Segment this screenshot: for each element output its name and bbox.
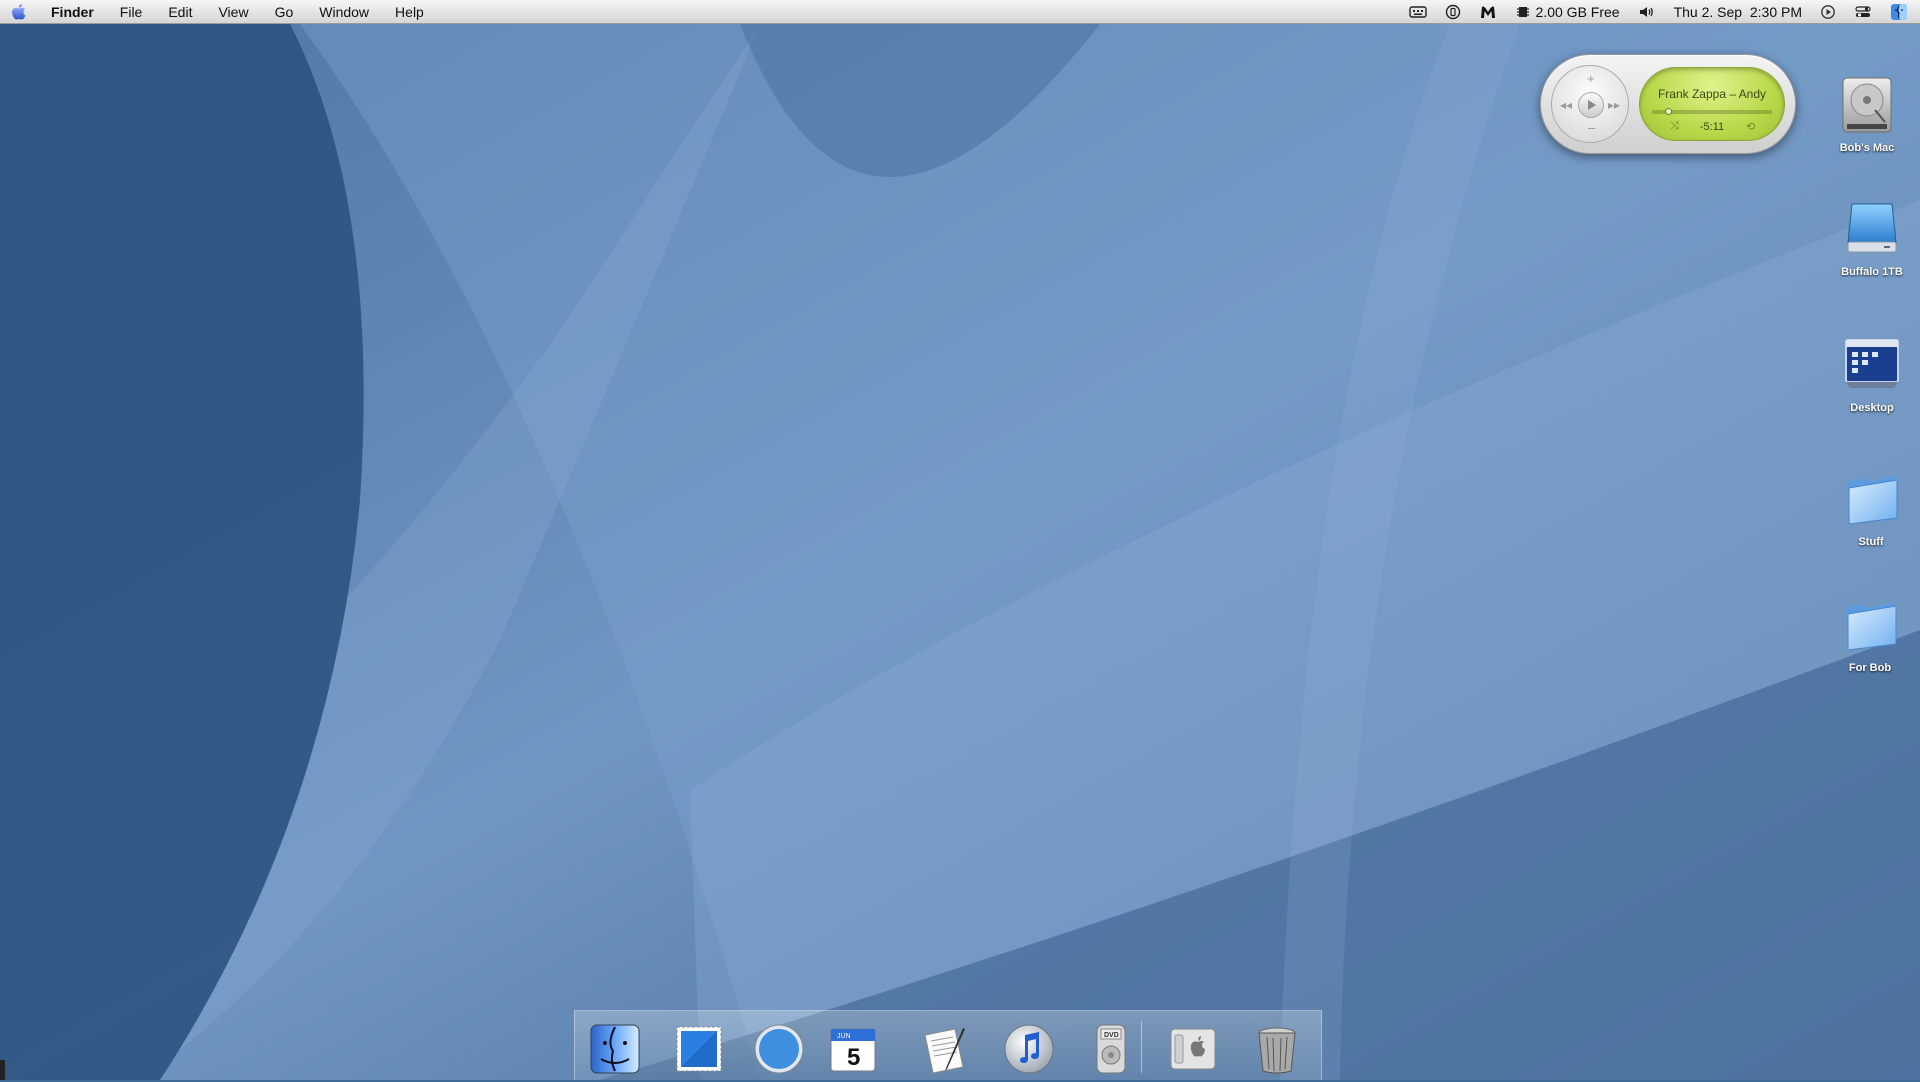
trash-icon [1258,1027,1296,1074]
desktop-icon-label: Stuff [1858,536,1884,548]
desktop-icon-label: For Bob [1848,662,1892,674]
keyboard-icon [1408,5,1427,18]
folder-icon [1847,476,1898,525]
desktop-icon-for-bob[interactable]: For Bob [1810,594,1920,674]
dock-safari[interactable] [751,1021,807,1077]
menu-edit[interactable]: Edit [155,0,205,24]
memory-free-text: 2.00 GB Free [1535,3,1620,20]
timer-status[interactable] [1436,0,1470,24]
svg-text:5: 5 [847,1044,860,1071]
dock-textedit[interactable] [917,1021,973,1077]
control-switch-status[interactable] [1845,0,1881,24]
finder-face-icon [1891,3,1907,20]
svg-text:DVD: DVD [1104,1032,1119,1039]
menu-go[interactable]: Go [262,0,307,24]
play-circle-status[interactable] [1811,0,1845,24]
svg-text:JUN: JUN [837,1033,851,1040]
next-button[interactable]: ▸▸ [1608,99,1620,111]
malwarebytes-icon [1480,6,1495,18]
volume-down-button[interactable]: – [1588,121,1595,134]
desktop-wallpaper [0,0,1920,1080]
ical-icon: JUN 5 [830,1028,876,1072]
finder-face-status[interactable] [1881,0,1912,24]
apple-menu-button[interactable] [0,0,38,24]
dvd-player-icon: DVD [1096,1024,1126,1074]
timer-icon [1445,4,1460,19]
hard-drive-icon [1842,77,1892,133]
menu-file[interactable]: File [107,0,156,24]
desktop-icon-label: Buffalo 1TB [1841,266,1903,278]
menu-view[interactable]: View [205,0,261,24]
play-circle-icon [1821,4,1835,19]
track-title: Frank Zappa – Andy [1657,87,1767,101]
time-remaining: -5:11 [1699,121,1725,133]
safari-icon [754,1024,804,1074]
control-switch-icon [1855,5,1871,17]
dock-separator [1141,1021,1142,1073]
screen-corner-mark [0,1060,5,1080]
memory-chip-icon [1516,6,1529,17]
dock-finder[interactable] [587,1021,643,1077]
play-icon [1588,100,1596,110]
play-button[interactable] [1578,92,1604,118]
desktop-icon-buffalo-1tb[interactable]: Buffalo 1TB [1812,198,1920,278]
dock: JUN 5 DVD [574,1010,1322,1080]
menu-window[interactable]: Window [306,0,382,24]
system-preferences-icon [1170,1028,1216,1070]
dock-system-preferences[interactable] [1165,1021,1221,1077]
itunes-control-wheel: + ◂◂ ▸▸ – [1551,65,1629,143]
desktop-icon-stuff[interactable]: Stuff [1811,468,1920,548]
dock-mail[interactable] [671,1021,727,1077]
progress-knob[interactable] [1665,108,1673,115]
keyboard-status[interactable] [1400,0,1436,24]
itunes-lcd-display: Frank Zappa – Andy ⤨ -5:11 ⟲ [1639,67,1785,141]
finder-icon [590,1024,640,1074]
volume-status[interactable] [1629,0,1665,24]
desktop-icon-bobs-mac[interactable]: Bob's Mac [1807,74,1920,154]
volume-up-button[interactable]: + [1587,72,1595,85]
textedit-icon [924,1028,965,1074]
itunes-widget: + ◂◂ ▸▸ – Frank Zappa – Andy ⤨ -5:11 ⟲ [1540,54,1796,154]
dock-ical[interactable]: JUN 5 [825,1021,881,1077]
menu-finder[interactable]: Finder [38,0,107,24]
clock[interactable]: Thu 2. Sep 2:30 PM [1665,0,1811,24]
external-drive-icon [1847,203,1897,253]
dock-dvd-player[interactable]: DVD [1083,1021,1139,1077]
menu-help[interactable]: Help [382,0,437,24]
mail-icon [676,1026,722,1072]
volume-icon [1639,6,1653,17]
itunes-icon [1004,1024,1054,1074]
memory-status[interactable]: 2.00 GB Free [1506,0,1629,24]
desktop-icon-desktop[interactable]: Desktop [1812,334,1920,414]
malwarebytes-status[interactable] [1470,0,1506,24]
folder-icon [1846,602,1897,651]
desktop-folder-icon [1845,339,1899,388]
desktop-icon-label: Bob's Mac [1839,142,1895,154]
progress-track[interactable] [1652,108,1772,115]
dock-itunes[interactable] [1001,1021,1057,1077]
menu-bar: Finder File Edit View Go Window Help 2.0… [0,0,1920,24]
repeat-icon[interactable]: ⟲ [1746,120,1755,133]
previous-button[interactable]: ◂◂ [1560,99,1572,111]
apple-icon [11,3,26,19]
desktop-icon-label: Desktop [1850,402,1894,414]
dock-trash[interactable] [1249,1021,1305,1077]
